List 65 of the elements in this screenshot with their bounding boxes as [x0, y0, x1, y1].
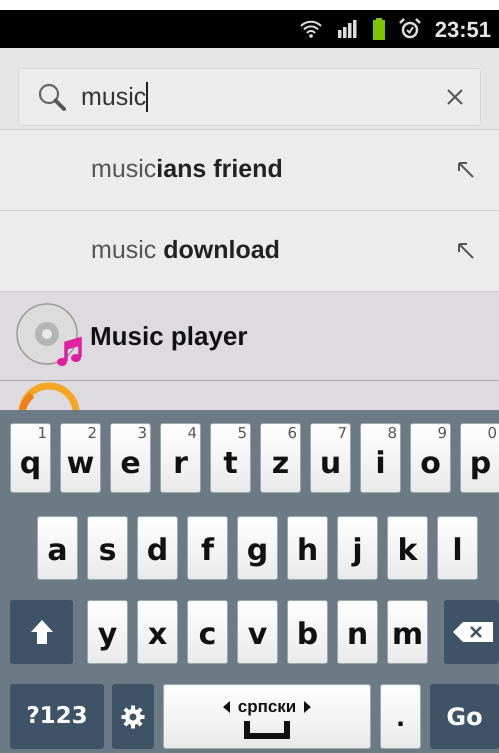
key[interactable]: p 0: [460, 423, 499, 493]
key[interactable]: w 2: [60, 423, 101, 493]
shift-key[interactable]: [10, 600, 73, 664]
key-hint: 1: [37, 423, 47, 444]
key-hint: 7: [337, 423, 347, 444]
backspace-icon: [453, 622, 493, 642]
key-hint: 3: [137, 423, 147, 444]
settings-key[interactable]: [112, 684, 154, 749]
suggestion-text: music download: [91, 235, 281, 266]
key-hint: 8: [387, 423, 397, 444]
key[interactable]: n: [337, 600, 378, 664]
key[interactable]: u 7: [310, 423, 351, 493]
app-name: Music player: [90, 320, 248, 352]
suggestion-text: musicians friend: [91, 154, 284, 186]
clock-time: 23:51: [434, 16, 491, 44]
battery-icon: [372, 18, 385, 40]
search-query: music: [81, 82, 148, 112]
search-icon: [37, 82, 67, 112]
key[interactable]: e 3: [110, 423, 151, 493]
key[interactable]: y: [87, 600, 128, 664]
key[interactable]: h: [287, 516, 328, 580]
key-hint: 5: [237, 423, 247, 444]
key-hint: 4: [187, 423, 197, 444]
key[interactable]: m: [387, 600, 428, 664]
arrow-up-left-icon[interactable]: [457, 161, 475, 179]
period-key[interactable]: .: [380, 684, 421, 749]
right-caret-icon: [304, 700, 312, 712]
left-caret-icon: [222, 700, 230, 712]
key-hint: 0: [487, 423, 497, 444]
key[interactable]: l: [437, 516, 478, 580]
key[interactable]: s: [87, 516, 128, 580]
key[interactable]: g: [237, 516, 278, 580]
language-label: српски: [238, 696, 296, 718]
key-hint: 2: [87, 423, 97, 444]
suggestion-row[interactable]: music download: [0, 211, 499, 292]
key[interactable]: v: [237, 600, 278, 664]
alarm-clock-icon: [398, 18, 421, 40]
key[interactable]: b: [287, 600, 328, 664]
key[interactable]: i 8: [360, 423, 401, 493]
key-hint: 6: [287, 423, 297, 444]
signal-icon: [336, 20, 359, 38]
key[interactable]: f: [187, 516, 228, 580]
key[interactable]: a: [37, 516, 78, 580]
key[interactable]: k: [387, 516, 428, 580]
search-field[interactable]: music: [18, 68, 481, 126]
key-hint: 9: [437, 423, 447, 444]
key[interactable]: j: [337, 516, 378, 580]
go-key[interactable]: Go: [430, 684, 499, 749]
wifi-icon: [298, 19, 323, 39]
suggestion-row[interactable]: musicians friend: [0, 130, 499, 211]
key[interactable]: q 1: [10, 423, 51, 493]
key[interactable]: o 9: [410, 423, 451, 493]
key[interactable]: z 6: [260, 423, 301, 493]
space-bar-icon: [244, 721, 290, 740]
delete-key[interactable]: [444, 600, 499, 664]
key[interactable]: d: [137, 516, 178, 580]
arrow-up-left-icon[interactable]: [457, 242, 475, 260]
key[interactable]: c: [187, 600, 228, 664]
key[interactable]: r 4: [160, 423, 201, 493]
up-arrow-icon: [30, 619, 54, 645]
close-icon[interactable]: [446, 88, 464, 106]
space-key[interactable]: српски: [163, 684, 371, 749]
key[interactable]: t 5: [210, 423, 251, 493]
symbols-key[interactable]: ?123: [10, 684, 104, 749]
key[interactable]: x: [137, 600, 178, 664]
